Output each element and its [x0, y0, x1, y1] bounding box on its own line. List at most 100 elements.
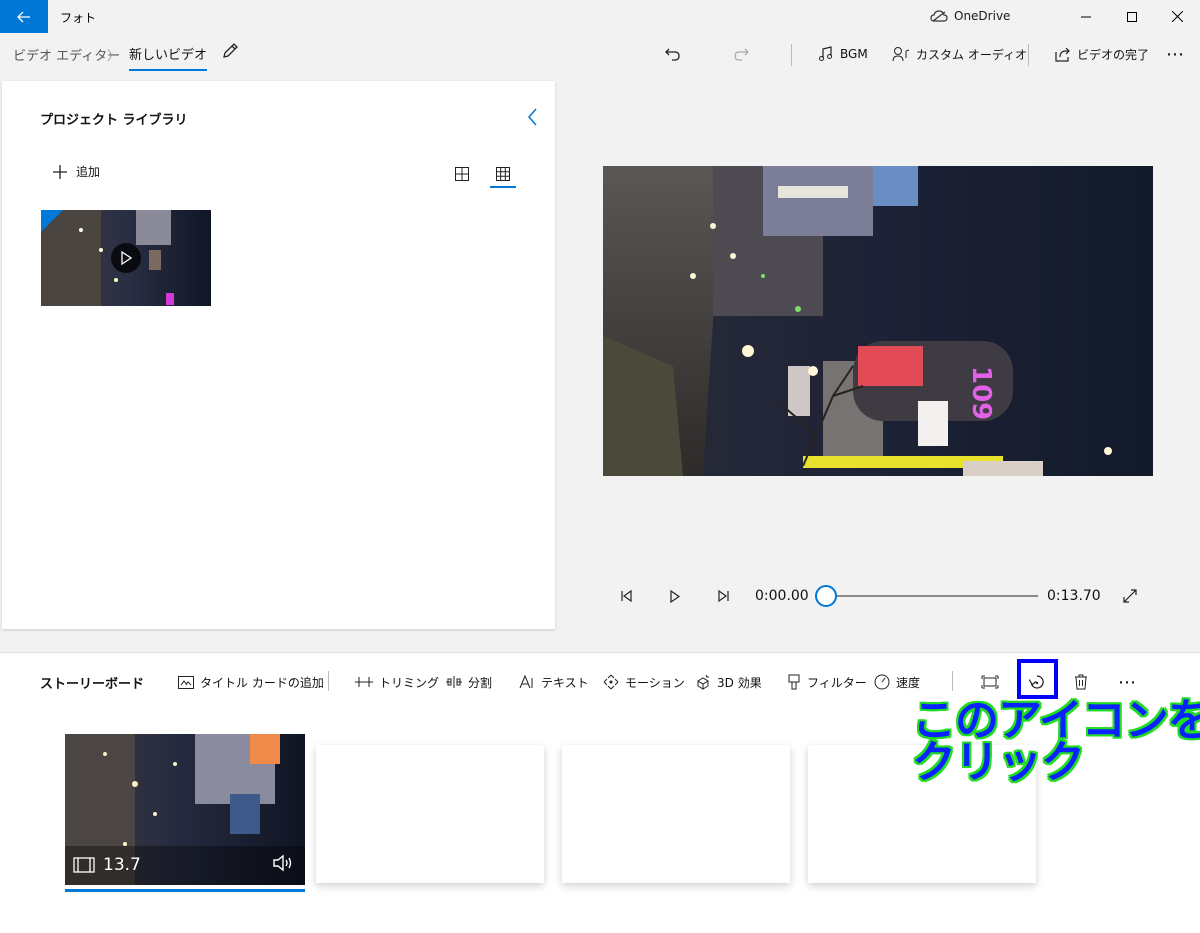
collapse-library-button[interactable] [526, 107, 542, 127]
instruction-annotation: このアイコンを クリック [912, 695, 1200, 788]
motion-button[interactable]: モーション [603, 671, 685, 693]
rotate-button-highlight [1017, 659, 1058, 699]
title-bar: フォト OneDrive [0, 0, 1200, 33]
seek-track[interactable] [826, 595, 1038, 597]
storyboard-title: ストーリーボード [40, 677, 145, 692]
video-preview[interactable]: 109 [603, 166, 1153, 476]
clip-selected-indicator [65, 889, 305, 892]
clip-duration: 13.7 [73, 855, 141, 875]
trim-button[interactable]: トリミング [355, 671, 439, 693]
storyboard-clip[interactable]: 13.7 [65, 734, 305, 885]
add-label: 追加 [76, 165, 101, 179]
3d-effects-button[interactable]: 3D 効果 [695, 671, 762, 693]
maximize-icon [1127, 11, 1137, 22]
svg-text:109: 109 [966, 366, 996, 420]
fullscreen-button[interactable] [1119, 585, 1141, 607]
motion-label: モーション [625, 675, 685, 690]
empty-storyboard-slot [562, 745, 790, 883]
selection-corner [41, 210, 63, 232]
delete-button[interactable] [1069, 670, 1093, 694]
text-button[interactable]: テキスト [519, 671, 589, 693]
rename-button[interactable] [220, 41, 242, 63]
resize-button[interactable] [978, 670, 1002, 694]
redo-button[interactable] [729, 42, 753, 66]
volume-icon[interactable] [271, 851, 295, 875]
film-icon [73, 857, 95, 873]
close-button[interactable] [1154, 0, 1200, 33]
trash-icon [1075, 674, 1087, 690]
breadcrumb-current[interactable]: 新しいビデオ [129, 44, 208, 71]
split-button[interactable]: 分割 [446, 671, 492, 693]
motion-icon [603, 674, 619, 690]
library-title: プロジェクト ライブラリ [40, 113, 188, 128]
thumbnail-play-button[interactable] [111, 243, 141, 273]
clip-duration-value: 13.7 [103, 855, 141, 875]
preview-image: 109 [603, 166, 1153, 476]
add-media-button[interactable]: 追加 [52, 163, 100, 180]
annotation-line-2: クリック [912, 737, 1085, 788]
split-icon [446, 676, 462, 688]
3d-effects-label: 3D 効果 [717, 675, 762, 690]
annotation-line-1: このアイコンを [912, 695, 1200, 746]
trim-icon [355, 677, 373, 687]
total-time: 0:13.70 [1047, 588, 1101, 604]
filter-icon [788, 674, 800, 690]
grid-large-icon [455, 167, 469, 181]
music-note-icon [819, 46, 832, 61]
previous-frame-button[interactable] [616, 585, 638, 607]
minimize-button[interactable] [1063, 0, 1109, 33]
onedrive-label: OneDrive [954, 9, 1011, 23]
back-arrow-icon [17, 11, 30, 22]
separator [791, 44, 792, 66]
custom-audio-button[interactable]: カスタム オーディオ [892, 43, 1027, 65]
finish-video-button[interactable]: ビデオの完了 [1055, 43, 1149, 65]
undo-icon [665, 48, 680, 61]
next-frame-button[interactable] [712, 585, 734, 607]
empty-storyboard-slot [316, 745, 544, 883]
finish-video-label: ビデオの完了 [1077, 47, 1150, 62]
separator [328, 671, 329, 691]
split-label: 分割 [468, 675, 493, 690]
onedrive-status[interactable]: OneDrive [930, 9, 1010, 23]
onedrive-cloud-icon [930, 10, 948, 22]
large-grid-view-button[interactable] [451, 163, 473, 185]
speed-label: 速度 [896, 675, 921, 690]
breadcrumb-parent[interactable]: ビデオ エディター [13, 45, 120, 64]
more-button[interactable]: ⋯ [1166, 43, 1184, 65]
filters-button[interactable]: フィルター [787, 671, 867, 693]
trim-label: トリミング [379, 675, 440, 690]
small-grid-view-button[interactable] [492, 163, 514, 185]
text-icon [519, 675, 533, 689]
custom-audio-label: カスタム オーディオ [916, 47, 1027, 62]
pencil-icon [223, 43, 238, 58]
effects-3d-icon [697, 674, 709, 690]
undo-button[interactable] [661, 42, 685, 66]
breadcrumb-chevron-icon: 〉 [107, 49, 121, 64]
speed-button[interactable]: 速度 [874, 671, 920, 693]
next-frame-icon [718, 590, 729, 602]
plus-icon [53, 164, 67, 179]
play-icon [121, 251, 132, 265]
view-selected-indicator [490, 186, 516, 188]
project-library-panel: プロジェクト ライブラリ 追加 [2, 81, 555, 629]
storyboard-more-button[interactable]: ⋯ [1118, 671, 1136, 693]
play-button[interactable] [664, 585, 686, 607]
library-video-thumbnail[interactable] [41, 210, 211, 306]
speed-icon [874, 674, 890, 690]
add-title-card-button[interactable]: タイトル カードの追加 [178, 671, 324, 693]
bgm-label: BGM [840, 47, 868, 61]
redo-icon [734, 48, 749, 61]
filters-label: フィルター [807, 675, 867, 690]
command-bar: ビデオ エディター 〉 新しいビデオ BGM カスタム オーディオ ビデオの完了… [0, 33, 1200, 77]
title-card-icon [178, 675, 194, 689]
seek-thumb[interactable] [815, 585, 837, 607]
current-time: 0:00.00 [755, 588, 809, 604]
maximize-button[interactable] [1109, 0, 1155, 33]
back-button[interactable] [0, 0, 48, 33]
grid-small-icon [496, 167, 510, 181]
prev-frame-icon [621, 590, 632, 602]
fullscreen-icon [1123, 589, 1137, 603]
play-icon [670, 589, 681, 603]
resize-icon [981, 675, 999, 689]
bgm-button[interactable]: BGM [818, 43, 868, 65]
